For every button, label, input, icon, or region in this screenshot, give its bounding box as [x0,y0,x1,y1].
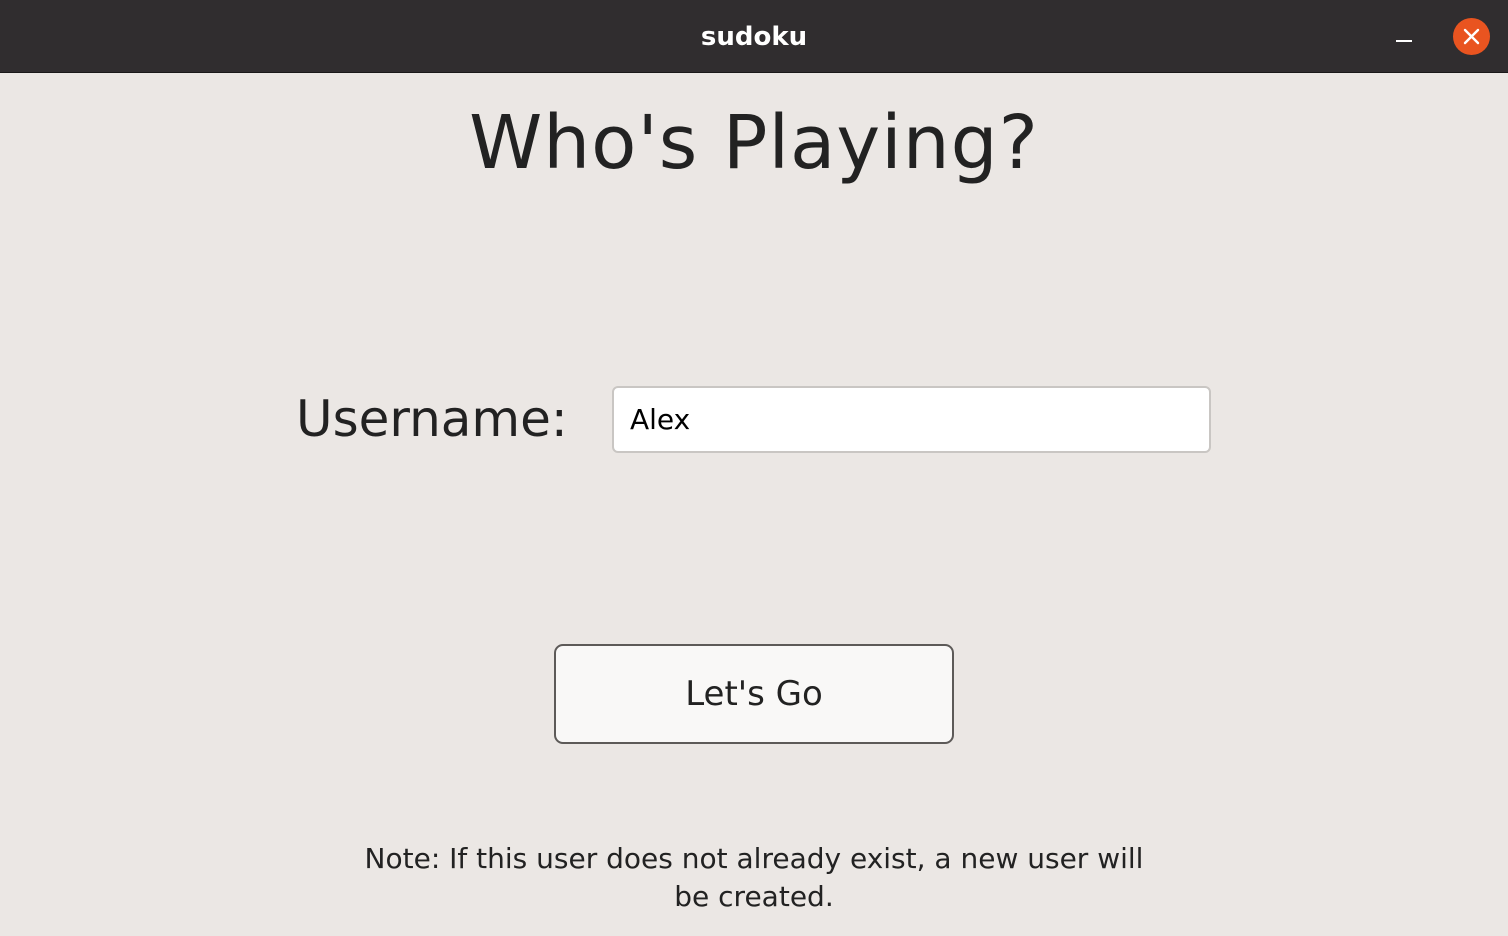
lets-go-button[interactable]: Let's Go [554,644,954,744]
minimize-button[interactable] [1384,20,1424,56]
username-label: Username: [296,390,568,448]
close-button[interactable] [1453,18,1490,55]
app-window: sudoku Who's Playing? Username: Let's Go… [0,0,1508,936]
window-title: sudoku [700,22,808,52]
close-icon [1463,28,1480,45]
title-bar[interactable]: sudoku [0,0,1508,73]
minimize-icon [1396,40,1412,42]
info-note: Note: If this user does not already exis… [364,842,1144,913]
page-title: Who's Playing? [469,100,1039,186]
username-input[interactable] [612,386,1211,453]
